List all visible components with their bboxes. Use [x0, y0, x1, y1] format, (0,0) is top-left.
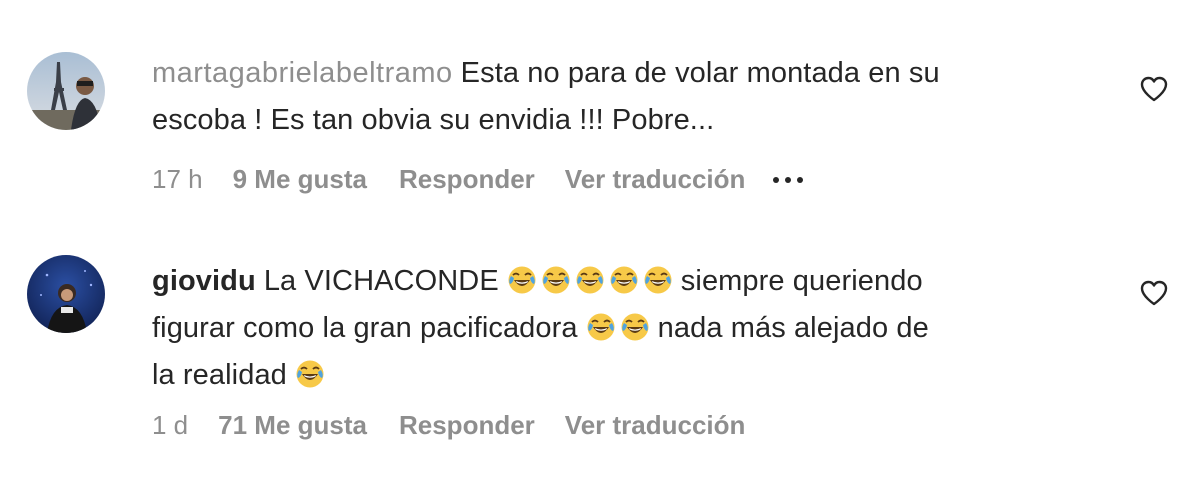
tears-of-joy-emoji [587, 313, 615, 341]
comment-item: giovidu La VICHACONDE siempre queriendo fi… [0, 240, 1200, 470]
comment-text-segment-2: siempre queriendo [680, 265, 923, 297]
avatar-photo-person [27, 255, 105, 333]
likes-count-button[interactable]: 71 Me gusta [218, 410, 367, 441]
avatar[interactable] [27, 255, 105, 333]
comment-meta: 1 d 71 Me gusta Responder Ver traducción [152, 410, 773, 441]
comment-text-line-1: Esta no para de volar montada en su [460, 57, 940, 89]
avatar-photo-eiffel [27, 52, 105, 130]
reply-button[interactable]: Responder [399, 410, 535, 441]
comment-username[interactable]: martagabrielabeltramo [152, 57, 453, 89]
comment-body: martagabrielabeltramo Esta no para de vol… [152, 50, 1112, 144]
likes-count-button[interactable]: 9 Me gusta [233, 164, 367, 195]
comment-text-segment-1: La VICHACONDE [263, 265, 499, 297]
tears-of-joy-emoji [508, 266, 536, 294]
tears-of-joy-emoji [576, 266, 604, 294]
comment-meta: 17 h 9 Me gusta Responder Ver traducción [152, 164, 804, 195]
see-translation-button[interactable]: Ver traducción [565, 164, 746, 195]
tears-of-joy-emoji [542, 266, 570, 294]
more-options-icon[interactable] [773, 176, 804, 183]
tears-of-joy-emoji [610, 266, 638, 294]
comment-username[interactable]: giovidu [152, 265, 256, 297]
tears-of-joy-emoji [621, 313, 649, 341]
comment-item: martagabrielabeltramo Esta no para de vol… [0, 0, 1200, 210]
comment-text-segment-5: la realidad [152, 359, 287, 391]
tears-of-joy-emoji [644, 266, 672, 294]
heart-outline-icon[interactable] [1140, 280, 1168, 306]
comment-body: giovidu La VICHACONDE siempre queriendo fi… [152, 258, 1112, 399]
emoji-group [293, 359, 327, 391]
comment-time[interactable]: 1 d [152, 410, 188, 441]
avatar[interactable] [27, 52, 105, 130]
see-translation-button[interactable]: Ver traducción [565, 410, 746, 441]
tears-of-joy-emoji [296, 360, 324, 388]
heart-outline-icon[interactable] [1140, 76, 1168, 102]
emoji-group [584, 312, 652, 344]
emoji-group [505, 265, 675, 297]
reply-button[interactable]: Responder [399, 164, 535, 195]
comment-text-line-2: escoba ! Es tan obvia su envidia !!! Pob… [152, 104, 715, 136]
comment-text-segment-3: figurar como la gran pacificadora [152, 312, 578, 344]
comment-text-segment-4: nada más alejado de [657, 312, 929, 344]
comment-time[interactable]: 17 h [152, 164, 203, 195]
